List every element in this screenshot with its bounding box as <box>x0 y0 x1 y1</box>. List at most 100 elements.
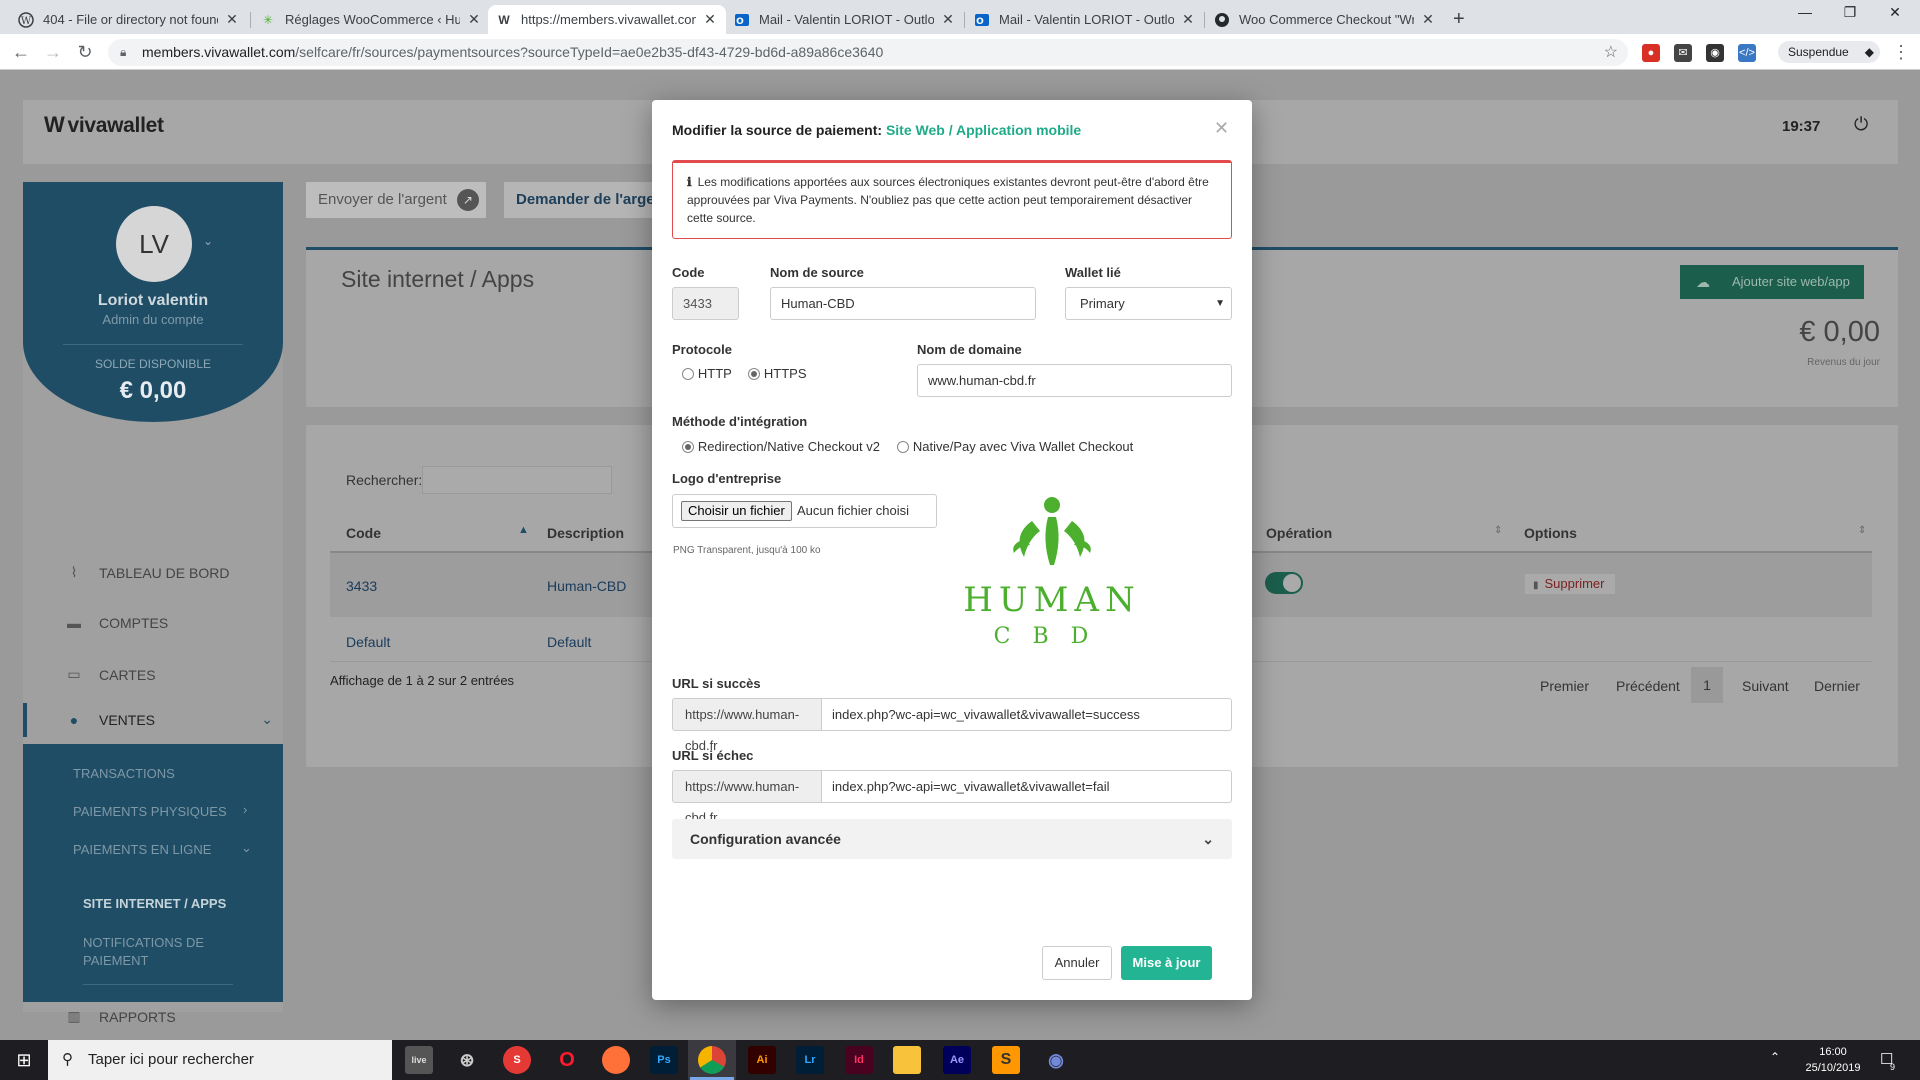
close-tab-icon[interactable]: ✕ <box>1420 11 1436 28</box>
extension-adblock-icon[interactable]: ● <box>1642 44 1660 62</box>
opera-icon[interactable]: O <box>553 1046 581 1074</box>
sidebar-item-reports[interactable]: ▥ RAPPORTS <box>63 1008 175 1025</box>
extension-spy-icon[interactable]: ◉ <box>1706 44 1724 62</box>
pagination-previous[interactable]: Précédent <box>1616 678 1680 694</box>
search-input[interactable] <box>422 466 612 494</box>
browser-tab[interactable]: O Mail - Valentin LORIOT - Outlook ✕ <box>726 5 964 34</box>
active-toggle[interactable] <box>1265 572 1303 594</box>
after-effects-icon[interactable]: Ae <box>943 1046 971 1074</box>
add-website-button[interactable]: ☁ Ajouter site web/app <box>1680 265 1864 299</box>
sidebar-item-payment-notifications[interactable]: NOTIFICATIONS DE PAIEMENT <box>83 934 233 970</box>
photoshop-icon[interactable]: Ps <box>650 1046 678 1074</box>
delete-button[interactable]: ▮ Supprimer <box>1525 574 1615 594</box>
sort-icon[interactable]: ⇕ <box>1858 525 1866 536</box>
close-window-icon[interactable]: ✕ <box>1875 4 1915 21</box>
lightroom-icon[interactable]: Lr <box>796 1046 824 1074</box>
sidebar-item-accounts[interactable]: ▬ COMPTES <box>63 615 168 631</box>
integration-option-redirect[interactable]: Redirection/Native Checkout v2 <box>682 438 880 454</box>
forward-icon[interactable]: → <box>40 39 66 65</box>
sidebar-item-dashboard[interactable]: ⌇ TABLEAU DE BORD <box>63 564 230 581</box>
close-tab-icon[interactable]: ✕ <box>224 11 240 28</box>
row-description[interactable]: Human-CBD <box>547 578 626 594</box>
radio-http[interactable] <box>682 368 694 380</box>
sublime-text-icon[interactable]: S <box>992 1046 1020 1074</box>
column-header-description[interactable]: Description <box>547 525 624 541</box>
reload-icon[interactable]: ↻ <box>72 39 98 65</box>
live-app-icon[interactable]: live <box>405 1046 433 1074</box>
row-description[interactable]: Default <box>547 634 591 650</box>
column-header-code[interactable]: Code <box>346 525 381 541</box>
bookmark-star-icon[interactable]: ☆ <box>1604 39 1618 66</box>
extension-dev-icon[interactable]: </> <box>1738 44 1756 62</box>
taskbar-search[interactable]: ⚲ Taper ici pour rechercher <box>48 1040 392 1080</box>
sidebar-item-websites-apps[interactable]: SITE INTERNET / APPS <box>83 896 226 911</box>
column-header-operation[interactable]: Opération <box>1266 525 1332 541</box>
sort-icon[interactable]: ⇕ <box>1494 525 1502 536</box>
close-tab-icon[interactable]: ✕ <box>702 11 718 28</box>
radio-native[interactable] <box>897 441 909 453</box>
pagination-last[interactable]: Dernier <box>1814 678 1860 694</box>
pagination-next[interactable]: Suivant <box>1742 678 1789 694</box>
close-tab-icon[interactable]: ✕ <box>466 11 482 28</box>
sidebar-item-physical-payments[interactable]: PAIEMENTS PHYSIQUES <box>73 804 227 819</box>
discord-icon[interactable]: ◉ <box>1042 1046 1070 1074</box>
sidebar-item-cards[interactable]: ▭ CARTES <box>63 666 155 683</box>
linked-wallet-select[interactable]: Primary ▼ <box>1065 287 1232 320</box>
chevron-up-icon[interactable]: ⌃ <box>1770 1050 1780 1064</box>
browser-menu-icon[interactable]: ⋮ <box>1888 39 1914 65</box>
vivawallet-logo[interactable]: Wvivawallet <box>44 112 164 138</box>
column-header-options[interactable]: Options <box>1524 525 1577 541</box>
chrome-icon[interactable] <box>698 1046 726 1074</box>
row-code[interactable]: 3433 <box>346 578 377 594</box>
sidebar-item-online-payments[interactable]: PAIEMENTS EN LIGNE <box>73 842 211 857</box>
radio-https[interactable] <box>748 368 760 380</box>
browser-tab[interactable]: ✳ Réglages WooCommerce ‹ Huma ✕ <box>252 5 490 34</box>
radio-redirect[interactable] <box>682 441 694 453</box>
close-icon[interactable]: ✕ <box>1214 118 1229 139</box>
request-money-button[interactable]: Demander de l'argent <box>504 182 654 218</box>
browser-tab-active[interactable]: W https://members.vivawallet.com/ ✕ <box>488 5 726 34</box>
protocol-https-option[interactable]: HTTPS <box>748 365 807 381</box>
update-button[interactable]: Mise à jour <box>1121 946 1212 980</box>
address-bar[interactable]: 🔒︎ members.vivawallet.com/selfcare/fr/so… <box>108 39 1628 66</box>
sidebar-item-sales[interactable]: ● VENTES ⌄ <box>63 711 273 728</box>
restore-window-icon[interactable]: ❐ <box>1830 4 1870 21</box>
back-icon[interactable]: ← <box>8 39 34 65</box>
integration-option-native[interactable]: Native/Pay avec Viva Wallet Checkout <box>897 438 1133 454</box>
pagination-first[interactable]: Premier <box>1540 678 1589 694</box>
browser-tab[interactable]: Woo Commerce Checkout "Wron ✕ <box>1206 5 1444 34</box>
file-explorer-icon[interactable] <box>893 1046 921 1074</box>
illustrator-icon[interactable]: Ai <box>748 1046 776 1074</box>
sidebar-item-transactions[interactable]: TRANSACTIONS <box>73 766 175 781</box>
source-name-input[interactable]: Human-CBD <box>770 287 1036 320</box>
extension-icon[interactable]: ✉ <box>1674 44 1692 62</box>
browser-tab[interactable]: O Mail - Valentin LORIOT - Outlook ✕ <box>966 5 1204 34</box>
new-tab-button[interactable]: + <box>1453 8 1465 31</box>
indesign-icon[interactable]: Id <box>845 1046 873 1074</box>
protocol-http-option[interactable]: HTTP <box>682 365 732 381</box>
row-code[interactable]: Default <box>346 634 390 650</box>
minimize-window-icon[interactable]: — <box>1785 4 1825 20</box>
domain-input[interactable]: www.human-cbd.fr <box>917 364 1232 397</box>
close-tab-icon[interactable]: ✕ <box>1180 11 1196 28</box>
failure-url-input[interactable]: index.php?wc-api=wc_vivawallet&vivawalle… <box>822 770 1232 803</box>
s-app-icon[interactable]: S <box>503 1046 531 1074</box>
close-tab-icon[interactable]: ✕ <box>940 11 956 28</box>
windows-start-icon[interactable]: ⊞ <box>0 1040 48 1080</box>
logo-file-input[interactable]: Choisir un fichier Aucun fichier choisi <box>672 494 937 528</box>
send-money-button[interactable]: Envoyer de l'argent ↗ <box>306 182 486 218</box>
pagination-current[interactable]: 1 <box>1691 667 1723 703</box>
success-url-input[interactable]: index.php?wc-api=wc_vivawallet&vivawalle… <box>822 698 1232 731</box>
firefox-icon[interactable] <box>602 1046 630 1074</box>
sort-asc-icon[interactable]: ▲ <box>518 524 529 536</box>
profile-button[interactable]: Suspendue ◆ <box>1778 41 1880 63</box>
system-clock[interactable]: 16:00 25/10/2019 <box>1800 1044 1866 1076</box>
browser-tab[interactable]: W 404 - File or directory not found. ✕ <box>10 5 248 34</box>
avatar[interactable]: LV <box>116 206 192 282</box>
choose-file-button[interactable]: Choisir un fichier <box>681 501 792 521</box>
power-icon[interactable]: ⏻ <box>1854 114 1868 135</box>
advanced-config-toggle[interactable]: Configuration avancée ⌄ <box>672 819 1232 859</box>
chevron-down-icon[interactable]: ⌄ <box>203 234 213 248</box>
cancel-button[interactable]: Annuler <box>1042 946 1112 980</box>
steam-icon[interactable]: ⊛ <box>453 1046 481 1074</box>
